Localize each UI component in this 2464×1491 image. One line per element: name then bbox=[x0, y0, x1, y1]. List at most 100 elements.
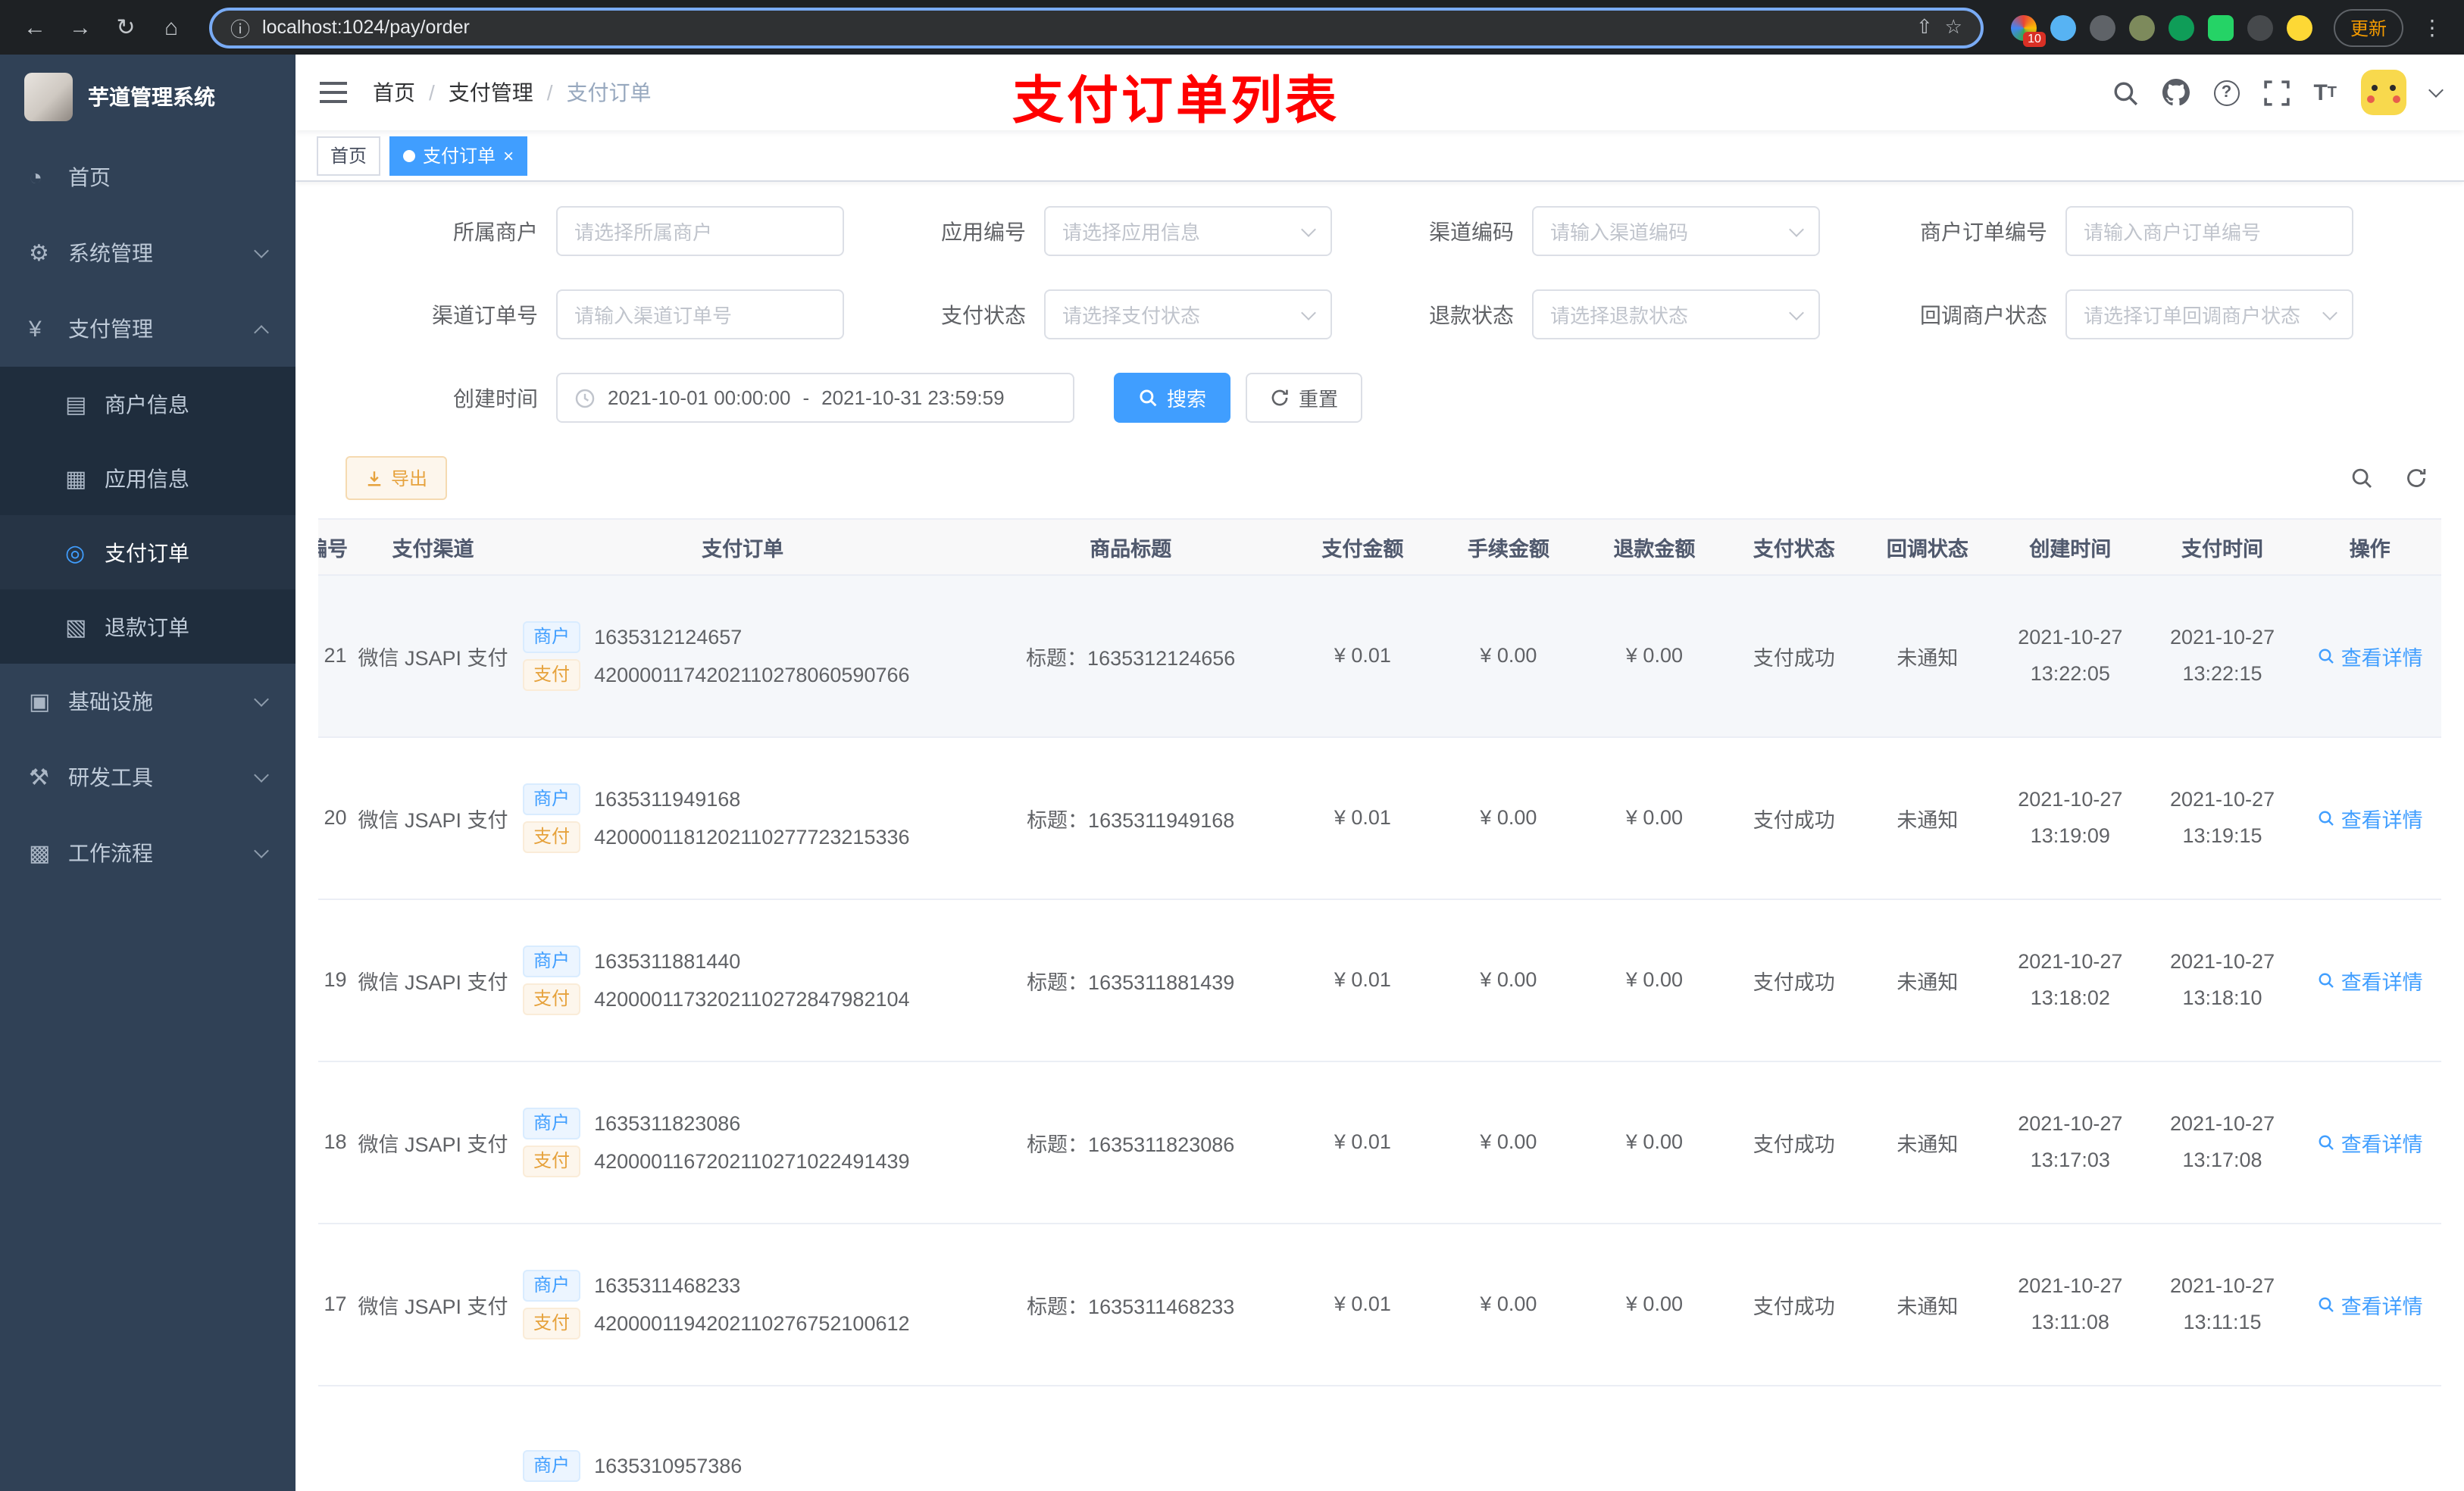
reload-icon[interactable]: ↻ bbox=[106, 8, 145, 47]
bookmark-star-icon[interactable]: ☆ bbox=[1945, 15, 1962, 39]
sidebar-item-payment[interactable]: ¥ 支付管理 bbox=[0, 291, 295, 367]
refresh-table-icon[interactable] bbox=[2396, 458, 2435, 498]
sidebar-item-system[interactable]: ⚙ 系统管理 bbox=[0, 215, 295, 291]
browser-update-button[interactable]: 更新 bbox=[2333, 8, 2403, 46]
order-number: 4200001167202110271022491439 bbox=[594, 1149, 910, 1172]
placeholder-text: 请选择应用信息 bbox=[1062, 221, 1201, 244]
cell-pay-status: 支付成功 bbox=[1727, 1061, 1861, 1224]
create-time-range-input[interactable]: 2021-10-01 00:00:00 - 2021-10-31 23:59:5… bbox=[556, 373, 1074, 423]
sidebar-logo[interactable]: 芋道管理系统 bbox=[0, 55, 295, 139]
sidebar-item-merchant-info[interactable]: ▤ 商户信息 bbox=[0, 367, 295, 441]
filter-row-3: 创建时间 2021-10-01 00:00:00 - 2021-10-31 23… bbox=[318, 373, 2441, 423]
app-no-select[interactable]: 请选择应用信息 bbox=[1044, 206, 1332, 256]
workflow-icon: ▩ bbox=[29, 841, 51, 867]
sidebar-item-workflow[interactable]: ▩ 工作流程 bbox=[0, 815, 295, 891]
close-icon[interactable]: × bbox=[503, 146, 514, 164]
extension-icon[interactable]: 10 bbox=[2010, 14, 2046, 46]
date-separator: - bbox=[802, 386, 810, 409]
view-detail-link[interactable]: 查看详情 bbox=[2317, 802, 2423, 833]
export-button[interactable]: 导出 bbox=[346, 456, 448, 500]
merchant-input[interactable]: 请选择所属商户 bbox=[556, 206, 844, 256]
reset-button[interactable]: 重置 bbox=[1246, 373, 1363, 423]
channel-pay-tag: 支付 bbox=[523, 1307, 581, 1339]
sidebar-item-pay-order[interactable]: ◎ 支付订单 bbox=[0, 515, 295, 589]
sidebar-item-infrastructure[interactable]: ▣ 基础设施 bbox=[0, 664, 295, 739]
cell-create-time: 2021-10-27 13:11:08 bbox=[1993, 1223, 2147, 1386]
home-icon[interactable]: ⌂ bbox=[152, 8, 191, 47]
search-button[interactable]: 搜索 bbox=[1114, 373, 1231, 423]
table-row[interactable]: 19 微信 JSAPI 支付 商户 1635311881440 支付 4200001173… bbox=[318, 899, 2441, 1061]
pin-extension-icon[interactable] bbox=[2247, 14, 2273, 40]
channel-code-select[interactable]: 请输入渠道编码 bbox=[1532, 206, 1820, 256]
table-row[interactable]: 20 微信 JSAPI 支付 商户 1635311949168 支付 4200001181… bbox=[318, 736, 2441, 899]
view-detail-link[interactable]: 查看详情 bbox=[2317, 964, 2423, 995]
main-panel: 首页 / 支付管理 / 支付订单 ? TT 首页 支付订单 × 所属商户 请选择… bbox=[295, 55, 2464, 1491]
filter-row-1: 所属商户 请选择所属商户 应用编号 请选择应用信息 渠道编码 请输入渠道编码 商户订单编号 请… bbox=[318, 206, 2441, 256]
avatar[interactable] bbox=[2361, 70, 2406, 115]
profile-avatar-icon[interactable] bbox=[2286, 14, 2312, 40]
order-line: 支付 4200001194202110276752100612 bbox=[523, 1307, 967, 1339]
forward-icon[interactable]: → bbox=[61, 8, 100, 47]
refund-status-select[interactable]: 请选择退款状态 bbox=[1532, 289, 1820, 339]
table-row[interactable]: 17 微信 JSAPI 支付 商户 1635311468233 支付 4200001194… bbox=[318, 1223, 2441, 1386]
back-icon[interactable]: ← bbox=[15, 8, 55, 47]
merchant-order-no-input[interactable]: 请输入商户订单编号 bbox=[2065, 206, 2353, 256]
placeholder-text: 请输入商户订单编号 bbox=[2084, 221, 2262, 244]
fullscreen-icon[interactable] bbox=[2263, 80, 2290, 105]
placeholder-text: 请选择退款状态 bbox=[1550, 305, 1689, 327]
help-icon[interactable]: ? bbox=[2213, 80, 2240, 105]
extension-icon[interactable] bbox=[2207, 14, 2234, 40]
extension-icon[interactable] bbox=[2168, 14, 2194, 40]
address-bar[interactable]: ⓘ localhost:1024/pay/order ⇧ ☆ bbox=[209, 7, 1984, 48]
filter-label: 应用编号 bbox=[941, 219, 1026, 243]
cell-actions: 查看详情 bbox=[2298, 899, 2441, 1061]
order-number: 1635311468233 bbox=[594, 1274, 741, 1296]
cell-pay-status bbox=[1727, 1385, 1861, 1491]
tab-pay-order[interactable]: 支付订单 × bbox=[389, 136, 528, 175]
dashboard-icon: ◔ bbox=[29, 164, 43, 190]
sidebar-item-home[interactable]: ◔ 首页 bbox=[0, 139, 295, 215]
extension-icon[interactable] bbox=[2128, 14, 2155, 40]
share-icon[interactable]: ⇧ bbox=[1916, 15, 1933, 39]
browser-menu-icon[interactable]: ⋮ bbox=[2416, 14, 2449, 40]
table-row[interactable]: 18 微信 JSAPI 支付 商户 1635311823086 支付 4200001167… bbox=[318, 1061, 2441, 1224]
filter-label: 渠道编码 bbox=[1429, 219, 1514, 243]
hamburger-icon[interactable] bbox=[318, 77, 349, 108]
sidebar-item-refund-order[interactable]: ▧ 退款订单 bbox=[0, 589, 295, 664]
extension-icon[interactable] bbox=[2050, 14, 2076, 40]
sidebar-item-label: 工作流程 bbox=[68, 841, 153, 865]
breadcrumb-item[interactable]: 支付管理 bbox=[449, 77, 533, 108]
channel-pay-tag: 支付 bbox=[523, 983, 581, 1014]
column-header: 支付渠道 bbox=[352, 520, 514, 575]
table-row[interactable]: 21 微信 JSAPI 支付 商户 1635312124657 支付 4200001174… bbox=[318, 574, 2441, 737]
table-tools bbox=[2341, 458, 2441, 498]
github-icon[interactable] bbox=[2162, 79, 2190, 106]
extension-icon[interactable] bbox=[2089, 14, 2115, 40]
table-row[interactable]: 商户 1635310957386 bbox=[318, 1385, 2441, 1491]
url-text[interactable]: localhost:1024/pay/order bbox=[262, 17, 1904, 38]
pay-status-select[interactable]: 请选择支付状态 bbox=[1044, 289, 1332, 339]
cell-actions: 查看详情 bbox=[2298, 1061, 2441, 1224]
navbar-actions: ? TT bbox=[2112, 70, 2444, 115]
chevron-down-icon[interactable] bbox=[2428, 82, 2444, 97]
cell-notify-status: 未通知 bbox=[1860, 736, 1994, 899]
date-start[interactable]: 2021-10-01 00:00:00 bbox=[608, 386, 790, 409]
notify-status-select[interactable]: 请选择订单回调商户状态 bbox=[2065, 289, 2353, 339]
channel-order-no-input[interactable]: 请输入渠道订单号 bbox=[556, 289, 844, 339]
site-info-icon[interactable]: ⓘ bbox=[230, 13, 250, 42]
chevron-down-icon bbox=[1301, 221, 1316, 236]
sidebar-item-dev-tools[interactable]: ⚒ 研发工具 bbox=[0, 739, 295, 815]
tab-home[interactable]: 首页 bbox=[317, 136, 381, 175]
column-header: 商品标题 bbox=[971, 520, 1290, 575]
breadcrumb-item[interactable]: 首页 bbox=[373, 77, 415, 108]
view-detail-link[interactable]: 查看详情 bbox=[2317, 640, 2423, 670]
view-detail-link[interactable]: 查看详情 bbox=[2317, 1127, 2423, 1157]
date-end[interactable]: 2021-10-31 23:59:59 bbox=[821, 386, 1004, 409]
search-toggle-icon[interactable] bbox=[2341, 458, 2381, 498]
search-icon[interactable] bbox=[2112, 80, 2137, 105]
view-detail-link[interactable]: 查看详情 bbox=[2317, 1289, 2423, 1319]
table-toolbar: 导出 bbox=[318, 456, 2441, 500]
font-size-icon[interactable]: TT bbox=[2313, 80, 2337, 105]
chevron-down-icon bbox=[254, 243, 269, 258]
sidebar-item-app-info[interactable]: ▦ 应用信息 bbox=[0, 441, 295, 515]
